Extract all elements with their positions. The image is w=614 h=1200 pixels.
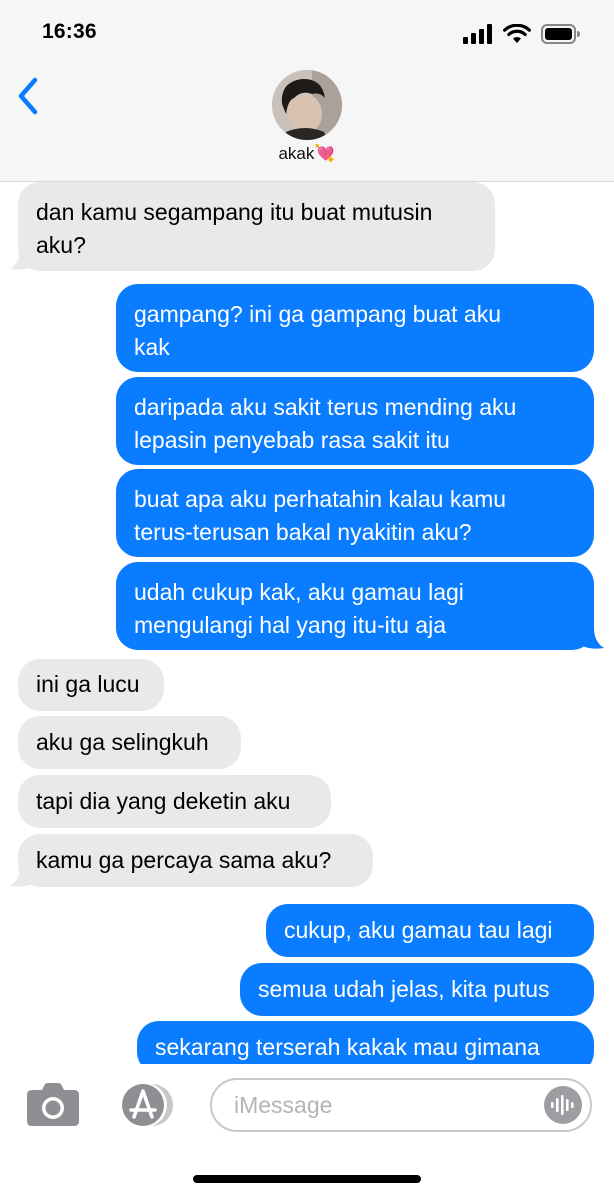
outgoing-message[interactable]: buat apa aku perhatahin kalau kamu terus… bbox=[116, 469, 594, 557]
message-line: cukup, aku gamau tau lagi bbox=[284, 917, 553, 943]
incoming-message[interactable]: kamu ga percaya sama aku? bbox=[18, 834, 373, 887]
message-line: terus-terusan bakal nyakitin aku? bbox=[134, 519, 472, 545]
message-input[interactable]: iMessage bbox=[210, 1078, 592, 1132]
message-line: semua udah jelas, kita putus bbox=[258, 976, 550, 1002]
incoming-message[interactable]: dan kamu segampang itu buat mutusin aku? bbox=[18, 182, 495, 271]
message-line: lepasin penyebab rasa sakit itu bbox=[134, 427, 450, 453]
outgoing-message[interactable]: semua udah jelas, kita putus bbox=[240, 963, 594, 1016]
incoming-message[interactable]: tapi dia yang deketin aku bbox=[18, 775, 331, 828]
message-line: gampang? ini ga gampang buat aku bbox=[134, 301, 502, 327]
battery-icon bbox=[541, 24, 580, 44]
app-store-button[interactable] bbox=[114, 1081, 176, 1129]
camera-button[interactable] bbox=[24, 1082, 82, 1128]
avatar-photo bbox=[272, 70, 342, 140]
message-line: dan kamu segampang itu buat mutusin bbox=[36, 199, 433, 225]
waveform-icon bbox=[551, 1095, 574, 1115]
outgoing-message[interactable]: udah cukup kak, aku gamau lagi mengulang… bbox=[116, 562, 594, 650]
message-line: buat apa aku perhatahin kalau kamu bbox=[134, 486, 507, 512]
message-line: aku? bbox=[36, 232, 86, 258]
wifi-icon bbox=[503, 24, 531, 43]
camera-icon bbox=[27, 1083, 79, 1126]
audio-message-button[interactable] bbox=[544, 1086, 582, 1124]
contact-name[interactable]: akak💘 bbox=[0, 144, 614, 164]
bubble-tail bbox=[582, 628, 604, 649]
message-line: kak bbox=[134, 334, 170, 360]
app-store-icon bbox=[122, 1083, 173, 1127]
message-line: mengulangi hal yang itu-itu aja bbox=[134, 612, 446, 638]
message-line: udah cukup kak, aku gamau lagi bbox=[134, 579, 464, 605]
incoming-message[interactable]: ini ga lucu bbox=[18, 659, 164, 711]
home-indicator[interactable] bbox=[193, 1175, 421, 1183]
incoming-message[interactable]: aku ga selingkuh bbox=[18, 716, 241, 769]
outgoing-message[interactable]: daripada aku sakit terus mending aku lep… bbox=[116, 377, 594, 465]
status-time: 16:36 bbox=[42, 20, 97, 43]
message-line: tapi dia yang deketin aku bbox=[36, 788, 291, 814]
back-button[interactable] bbox=[10, 74, 46, 118]
message-line: aku ga selingkuh bbox=[36, 729, 209, 755]
message-input-placeholder: iMessage bbox=[234, 1092, 333, 1118]
bubble-tail bbox=[10, 866, 32, 887]
bubble-tail bbox=[10, 249, 32, 270]
chevron-left-icon bbox=[18, 77, 38, 115]
conversation-header: 16:36 akak💘 bbox=[0, 0, 614, 182]
status-icons bbox=[463, 24, 581, 44]
cellular-signal-icon bbox=[463, 24, 492, 44]
message-line: daripada aku sakit terus mending aku bbox=[134, 394, 517, 420]
contact-avatar[interactable] bbox=[272, 70, 342, 140]
message-line: kamu ga percaya sama aku? bbox=[36, 847, 332, 873]
outgoing-message[interactable]: gampang? ini ga gampang buat aku kak bbox=[116, 284, 594, 372]
message-line: sekarang terserah kakak mau gimana bbox=[155, 1034, 540, 1060]
outgoing-message[interactable]: cukup, aku gamau tau lagi bbox=[266, 904, 594, 957]
message-line: ini ga lucu bbox=[36, 671, 140, 697]
